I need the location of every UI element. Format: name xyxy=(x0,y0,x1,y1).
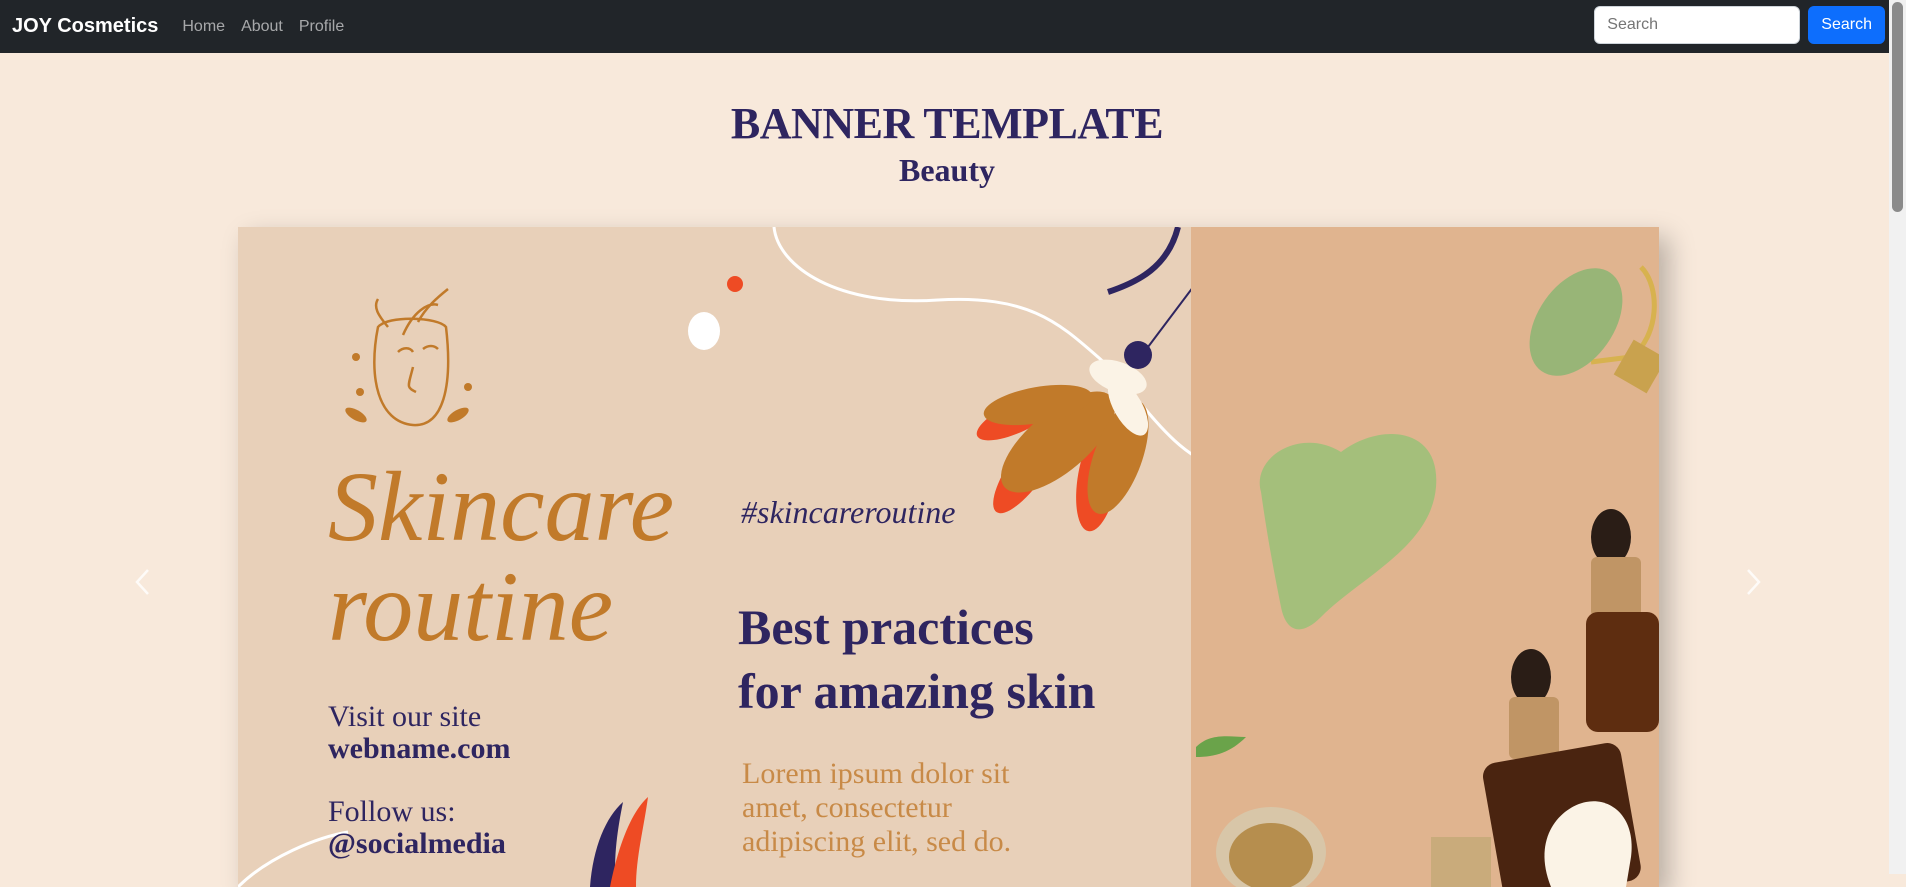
chevron-right-icon xyxy=(1747,569,1761,595)
nav-link-about[interactable]: About xyxy=(241,18,283,36)
search-form: Search xyxy=(1594,6,1885,44)
tagline: Best practices for amazing skin xyxy=(738,595,1158,723)
follow-handle: @socialmedia xyxy=(328,827,506,860)
nav-link-profile[interactable]: Profile xyxy=(299,18,344,36)
tagline-line1: Best practices xyxy=(738,599,1034,655)
visit-url: webname.com xyxy=(328,732,511,765)
lorem-line1: Lorem ipsum dolor sit xyxy=(742,757,1010,790)
headline-line1: Skincare xyxy=(328,451,675,562)
follow-block: Follow us: @socialmedia xyxy=(328,796,506,860)
follow-label: Follow us: xyxy=(328,795,456,828)
lorem-line3: adipiscing elit, sed do. xyxy=(742,825,1012,858)
page-title: BANNER TEMPLATE xyxy=(730,99,1164,148)
product-photo-art xyxy=(1196,265,1659,887)
headline-skincare-routine: Skincare routine xyxy=(328,457,748,657)
carousel: Skincare routine Visit our site webname.… xyxy=(0,227,1894,887)
carousel-prev-button[interactable] xyxy=(133,567,151,605)
lorem-line2: amet, consectetur xyxy=(742,791,952,824)
search-input[interactable] xyxy=(1594,6,1801,44)
carousel-next-button[interactable] xyxy=(1745,567,1763,605)
hashtag: #skincareroutine xyxy=(741,494,956,530)
red-dot xyxy=(727,276,743,292)
chevron-left-icon xyxy=(135,569,149,595)
face-logo xyxy=(373,288,450,427)
visit-label: Visit our site xyxy=(328,700,482,733)
page-subtitle: Beauty xyxy=(899,152,995,188)
nav-link-home[interactable]: Home xyxy=(182,18,225,36)
face-logo-leaves xyxy=(345,353,472,423)
search-button[interactable]: Search xyxy=(1808,6,1885,44)
headline-line2: routine xyxy=(328,551,614,662)
banner-slide: Skincare routine Visit our site webname.… xyxy=(238,227,1659,887)
page-scrollbar[interactable] xyxy=(1889,0,1906,874)
lorem-text: Lorem ipsum dolor sit amet, consectetur … xyxy=(742,757,1092,859)
scrollbar-thumb[interactable] xyxy=(1892,2,1903,212)
navbar: JOY Cosmetics Home About Profile Search xyxy=(0,0,1906,53)
brand-link[interactable]: JOY Cosmetics xyxy=(12,15,158,38)
navy-stem xyxy=(1107,227,1181,295)
product-photo xyxy=(1191,227,1659,887)
white-dot xyxy=(688,312,720,350)
visit-site-block: Visit our site webname.com xyxy=(328,701,510,765)
flower-illustration xyxy=(976,341,1152,532)
tagline-line2: for amazing skin xyxy=(738,663,1096,719)
